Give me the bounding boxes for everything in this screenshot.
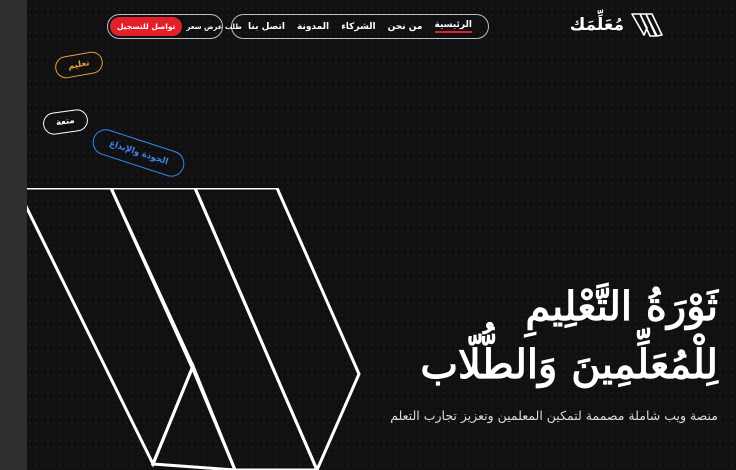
brand-logo[interactable]: مُعَلِّمَك [570, 12, 664, 38]
nav-item-about[interactable]: من نحن [388, 22, 423, 32]
brand-m-mark-icon [631, 13, 663, 37]
hero-title: ثَوْرَةُ التَّعْلِيمِ لِلْمُعَلِّمِينَ و… [298, 278, 718, 394]
hero-title-line-1: ثَوْرَةُ التَّعْلِيمِ [525, 283, 718, 330]
tag-fun: متعة [41, 107, 90, 137]
left-edge-strip [0, 0, 27, 470]
cta-group: تواصل للتسجيل طلب عرض سعر [107, 14, 242, 39]
tag-quality-creativity: الجودة والإبداع [89, 125, 188, 181]
hero-subtitle: منصة ويب شاملة مصممة لتمكين المعلمين وتع… [390, 408, 718, 423]
hero-title-line-2: لِلْمُعَلِّمِينَ وَالطُّلّاب [420, 341, 718, 388]
nav-item-blog[interactable]: المدونة [297, 22, 329, 32]
brand-name: مُعَلِّمَك [569, 15, 624, 35]
tag-education: تعليم [53, 50, 105, 80]
request-quote-button[interactable]: طلب عرض سعر [182, 23, 245, 31]
nav-item-home[interactable]: الرئيسية [434, 20, 472, 33]
hero-section: مُعَلِّمَك الرئيسية من نحن الشركاء المدو… [27, 0, 736, 470]
nav-item-partners[interactable]: الشركاء [341, 22, 375, 32]
nav-item-contact[interactable]: اتصل بنا [248, 22, 285, 32]
main-nav: الرئيسية من نحن الشركاء المدونة اتصل بنا [231, 14, 489, 39]
register-button[interactable]: تواصل للتسجيل [110, 17, 183, 36]
